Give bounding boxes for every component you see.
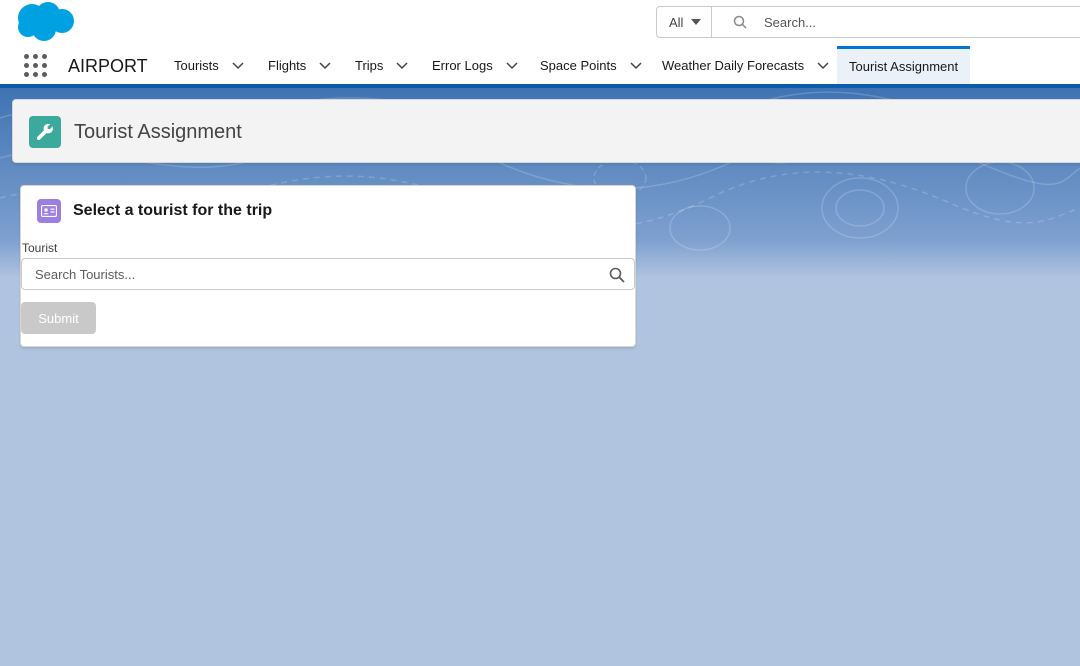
caret-down-icon: [691, 19, 702, 25]
nav-item-trips[interactable]: Trips: [355, 46, 409, 84]
nav-item-space-points[interactable]: Space Points: [540, 46, 643, 84]
app-launcher-icon[interactable]: [24, 54, 48, 78]
page-title: Tourist Assignment: [74, 121, 242, 143]
nav-item-weather-daily-forecasts[interactable]: Weather Daily Forecasts: [662, 46, 830, 84]
card-title: Select a tourist for the trip: [73, 202, 273, 219]
nav-item-error-logs[interactable]: Error Logs: [432, 46, 519, 84]
search-scope-dropdown[interactable]: All: [657, 7, 712, 37]
page-header: Tourist Assignment: [12, 99, 1080, 163]
salesforce-cloud-logo[interactable]: [14, 1, 76, 43]
search-scope-label: All: [669, 14, 684, 30]
nav-item-label: Weather Daily Forecasts: [662, 57, 805, 73]
card-header-icon: [37, 199, 61, 223]
nav-item-label: Error Logs: [432, 57, 493, 73]
nav-item-label: Tourists: [174, 57, 219, 73]
tourist-lookup-input[interactable]: Search Tourists...: [21, 258, 635, 290]
nav-item-label: Trips: [355, 57, 384, 73]
chevron-down-icon[interactable]: [318, 58, 332, 72]
contact-card-icon: [41, 205, 57, 217]
tourist-lookup-placeholder: Search Tourists...: [35, 267, 136, 282]
page-header-icon: [29, 116, 61, 148]
search-icon: [733, 15, 747, 29]
chevron-down-icon[interactable]: [816, 58, 830, 72]
chevron-down-icon[interactable]: [231, 58, 245, 72]
submit-button[interactable]: Submit: [21, 302, 96, 334]
wrench-icon: [36, 123, 53, 141]
chevron-down-icon[interactable]: [505, 58, 519, 72]
app-navigation-bar: AIRPORT Tourists Flights Trips Error Log…: [0, 46, 1080, 84]
nav-item-label: Tourist Assignment: [849, 59, 959, 74]
nav-item-tourists[interactable]: Tourists: [174, 46, 245, 84]
tourist-field-label: Tourist: [22, 241, 58, 255]
search-icon: [609, 267, 625, 283]
app-name: AIRPORT: [68, 56, 148, 76]
global-header: All Search...: [0, 0, 1080, 46]
chevron-down-icon[interactable]: [395, 58, 409, 72]
nav-item-label: Flights: [268, 57, 307, 73]
nav-item-tourist-assignment[interactable]: Tourist Assignment: [837, 46, 971, 84]
global-search[interactable]: All Search...: [656, 6, 1080, 38]
nav-item-flights[interactable]: Flights: [268, 46, 332, 84]
chevron-down-icon[interactable]: [629, 58, 643, 72]
tourist-selection-card: Select a tourist for the trip Tourist Se…: [20, 185, 636, 347]
global-search-input[interactable]: Search...: [764, 15, 816, 30]
nav-item-label: Space Points: [540, 57, 617, 73]
